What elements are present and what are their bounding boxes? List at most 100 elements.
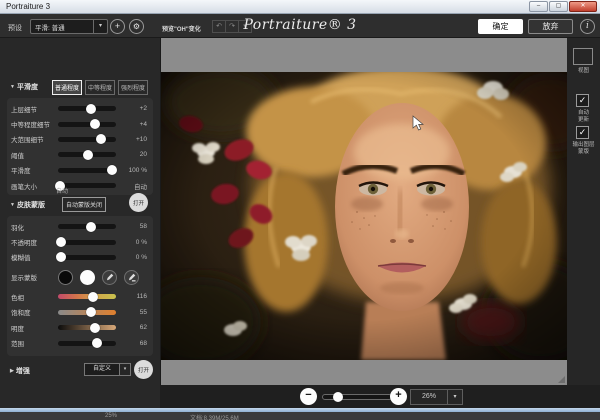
strength-medium-button[interactable]: 中等程度	[85, 80, 115, 95]
slider-value: 0 %	[116, 254, 149, 261]
slider-label: 大范围细节	[11, 134, 58, 144]
slider-track[interactable]	[58, 294, 116, 299]
smoothing-sliders-box: 上层细节+2中等程度细节+4大范围细节+10阈值20平滑度100 %画笔大小自动…	[7, 98, 153, 195]
gear-icon[interactable]: ⚙	[129, 19, 144, 34]
slider-value: 自动	[116, 181, 149, 191]
slider-track[interactable]	[58, 137, 116, 142]
window-controls: – ▢ ✕	[529, 1, 597, 12]
enhance-preset-dropdown[interactable]: 自定义	[84, 363, 120, 376]
slider-track[interactable]	[58, 168, 116, 173]
slider-track[interactable]	[58, 341, 116, 346]
eyedropper-add-icon[interactable]	[102, 270, 117, 285]
slider-track[interactable]	[58, 106, 116, 111]
slider-track[interactable]	[58, 240, 116, 245]
strength-strong-button[interactable]: 强烈程度	[118, 80, 148, 95]
slider-label: 不透明度	[11, 237, 58, 247]
info-button[interactable]: i	[580, 19, 595, 34]
show-mask-label: 显示蒙版	[11, 272, 58, 282]
status-doc-info: 文档:8.39M/25.6M	[190, 413, 239, 420]
zoom-slider-handle[interactable]	[333, 392, 343, 402]
show-mask-row: 显示蒙版	[11, 265, 149, 289]
slider-handle[interactable]	[86, 222, 96, 232]
resize-grip[interactable]	[558, 376, 565, 383]
slider-row: 不透明度0 %	[11, 234, 149, 249]
preview-canvas[interactable]	[160, 38, 567, 385]
slider-label: 中等程度细节	[11, 119, 58, 129]
photoshop-status-bar: 25% 文档:8.39M/25.6M	[0, 412, 600, 420]
mask-black-swatch[interactable]	[58, 270, 73, 285]
slider-track[interactable]	[58, 152, 116, 157]
title-bar[interactable]: Portraiture 3 – ▢ ✕	[0, 0, 600, 14]
zoom-value-dropdown[interactable]: 26%	[410, 389, 448, 405]
preview-changes-label[interactable]: 预览"OH"变化	[162, 24, 201, 33]
enhance-chevron-icon[interactable]: ▾	[119, 363, 131, 376]
maximize-button[interactable]: ▢	[549, 1, 568, 12]
slider-handle[interactable]	[90, 119, 100, 129]
slider-value: 116	[116, 293, 149, 300]
status-zoom-value[interactable]: 25%	[105, 413, 117, 419]
slider-track[interactable]	[58, 224, 116, 229]
minimize-button[interactable]: –	[529, 1, 548, 12]
brush-auto-label[interactable]: 自动	[56, 186, 68, 195]
slider-track[interactable]	[58, 310, 116, 315]
slider-handle[interactable]	[56, 237, 66, 247]
slider-row: 中等程度细节+4	[11, 116, 149, 131]
automask-button[interactable]: 自动蒙版关闭	[62, 197, 106, 212]
view-options-strip: 视图 ✓ 自动更新 ✓ 输出图层蒙版	[567, 38, 600, 385]
enhance-on-toggle[interactable]: 打开	[134, 360, 153, 379]
output-layer-checkbox[interactable]: ✓	[576, 126, 589, 139]
slider-track[interactable]	[58, 122, 116, 127]
preset-dropdown[interactable]: 平滑: 普通 ▾	[30, 19, 108, 34]
preview-photo[interactable]	[161, 72, 568, 360]
zoom-out-button[interactable]: −	[300, 388, 317, 405]
portraiture-window: Portraiture 3 – ▢ ✕ 预设 平滑: 普通 ▾ + ⚙ 预览"O…	[0, 0, 600, 420]
mask-section-header[interactable]: ▼皮肤蒙版	[10, 200, 45, 210]
mask-white-swatch[interactable]	[80, 270, 95, 285]
slider-value: 62	[116, 324, 149, 331]
slider-row: 画笔大小自动	[11, 178, 149, 193]
mask-sliders-box: 羽化58不透明度0 %模糊值0 % 显示蒙版 色相116饱和度55明度62范围6…	[7, 216, 153, 356]
navigator-label: 视图	[567, 68, 600, 75]
triangle-down-icon: ▼	[10, 84, 15, 90]
close-button[interactable]: ✕	[569, 1, 597, 12]
slider-handle[interactable]	[96, 134, 106, 144]
slider-handle[interactable]	[92, 338, 102, 348]
smoothing-section-header[interactable]: ▼平滑度	[10, 82, 38, 92]
slider-handle[interactable]	[56, 252, 66, 262]
undo-icon[interactable]: ↶	[212, 20, 226, 33]
slider-handle[interactable]	[86, 307, 96, 317]
slider-track[interactable]	[58, 255, 116, 260]
slider-row: 模糊值 0 %	[11, 250, 149, 265]
output-layer-label: 输出图层蒙版	[567, 142, 600, 155]
auto-update-checkbox[interactable]: ✓	[576, 94, 589, 107]
zoom-slider[interactable]	[322, 394, 392, 400]
strength-normal-button[interactable]: 普通程度	[52, 80, 82, 95]
toolbar: 预设 平滑: 普通 ▾ + ⚙ 预览"OH"变化 ↶ ↷ ▾ Portraitu…	[0, 14, 600, 38]
slider-handle[interactable]	[107, 165, 117, 175]
add-preset-button[interactable]: +	[110, 19, 125, 34]
mask-on-toggle[interactable]: 打开	[129, 193, 148, 212]
slider-label: 范围	[11, 338, 58, 348]
slider-row: 上层细节+2	[11, 101, 149, 116]
slider-handle[interactable]	[86, 104, 96, 114]
discard-button[interactable]: 放弃	[528, 19, 573, 34]
navigator-box[interactable]	[573, 48, 593, 65]
zoom-in-button[interactable]: +	[390, 388, 407, 405]
slider-handle[interactable]	[90, 323, 100, 333]
slider-row: 明度62	[11, 320, 149, 335]
ok-button[interactable]: 确定	[478, 19, 523, 34]
slider-handle[interactable]	[88, 292, 98, 302]
slider-row: 大范围细节+10	[11, 132, 149, 147]
auto-update-label: 自动更新	[567, 110, 600, 123]
slider-row: 羽化58	[11, 219, 149, 234]
zoom-dropdown-chevron-icon[interactable]: ▾	[447, 389, 463, 405]
eyedropper-remove-icon[interactable]	[124, 270, 139, 285]
slider-label: 模糊值	[11, 252, 58, 262]
slider-label: 阈值	[11, 150, 58, 160]
slider-track[interactable]	[58, 325, 116, 330]
chevron-down-icon[interactable]: ▾	[93, 20, 107, 33]
enhance-section-header[interactable]: ▶增强	[10, 366, 30, 376]
redo-icon[interactable]: ↷	[225, 20, 239, 33]
slider-handle[interactable]	[83, 150, 93, 160]
adjustments-panel: ▼平滑度 普通程度 中等程度 强烈程度 上层细节+2中等程度细节+4大范围细节+…	[0, 38, 160, 410]
